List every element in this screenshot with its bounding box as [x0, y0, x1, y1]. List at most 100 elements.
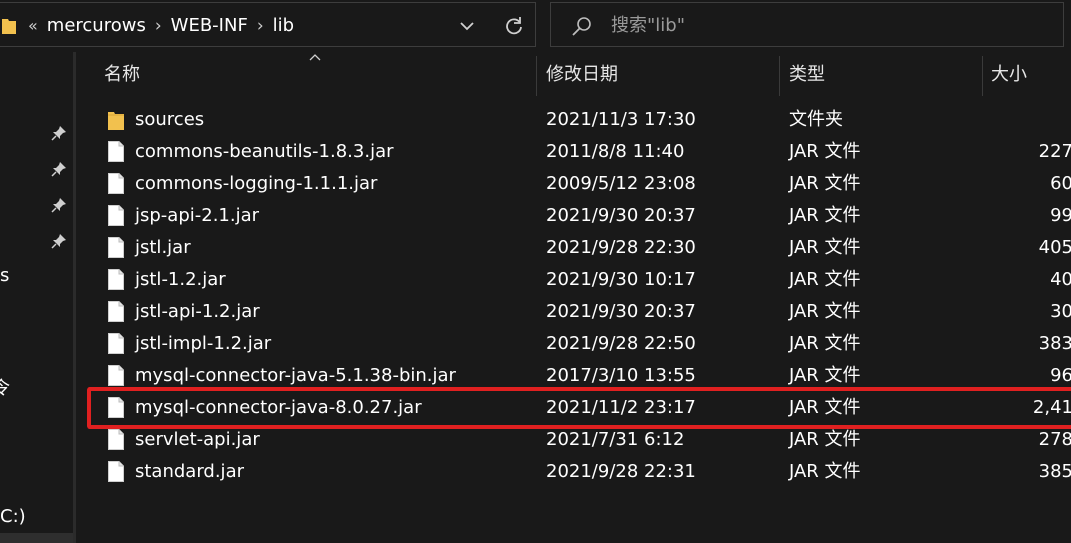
column-divider[interactable] [982, 56, 983, 96]
file-row[interactable]: servlet-api.jar 2021/7/31 6:12 JAR 文件 278 [76, 424, 1071, 456]
file-icon [108, 301, 124, 322]
file-row[interactable]: commons-beanutils-1.8.3.jar 2011/8/8 11:4… [76, 136, 1071, 168]
pin-icon[interactable] [51, 197, 67, 213]
file-date: 2011/8/8 11:40 [546, 141, 685, 162]
file-icon [108, 205, 124, 226]
file-type: JAR 文件 [789, 269, 861, 290]
file-row[interactable]: jsp-api-2.1.jar 2021/9/30 20:37 JAR 文件 99 [76, 200, 1071, 232]
chevron-right-icon[interactable]: › [257, 16, 264, 36]
file-date: 2021/9/28 22:50 [546, 333, 696, 354]
search-placeholder: 搜索"lib" [611, 15, 685, 36]
file-row[interactable]: standard.jar 2021/9/28 22:31 JAR 文件 385 [76, 456, 1071, 488]
file-size: 99 [1050, 205, 1071, 226]
file-icon [108, 237, 124, 258]
file-date: 2021/11/2 23:17 [546, 397, 696, 418]
file-row[interactable]: mysql-connector-java-8.0.27.jar 2021/11/2… [76, 392, 1071, 424]
file-name: jsp-api-2.1.jar [135, 205, 260, 226]
file-icon [108, 365, 124, 386]
file-type: JAR 文件 [789, 173, 861, 194]
file-icon [108, 429, 124, 450]
file-date: 2021/9/30 20:37 [546, 301, 696, 322]
file-date: 2009/5/12 23:08 [546, 173, 696, 194]
file-date: 2021/9/28 22:30 [546, 237, 696, 258]
search-icon [572, 17, 591, 36]
file-name: commons-logging-1.1.1.jar [135, 173, 378, 194]
file-date: 2021/9/30 10:17 [546, 269, 696, 290]
file-size: 2,41 [1032, 397, 1071, 418]
column-header-name[interactable]: 名称 [104, 52, 140, 98]
file-row[interactable]: commons-logging-1.1.1.jar 2009/5/12 23:08… [76, 168, 1071, 200]
file-size: 60 [1050, 173, 1071, 194]
file-date: 2017/3/10 13:55 [546, 365, 696, 386]
file-size: 278 [1038, 429, 1071, 450]
file-icon [108, 173, 124, 194]
file-date: 2021/9/30 20:37 [546, 205, 696, 226]
pin-icon[interactable] [51, 161, 67, 177]
file-size: 40 [1050, 269, 1071, 290]
breadcrumb-overflow[interactable]: « [28, 16, 38, 35]
file-type: JAR 文件 [789, 205, 861, 226]
file-date: 2021/11/3 17:30 [546, 109, 696, 130]
pin-icon[interactable] [51, 233, 67, 249]
file-type: JAR 文件 [789, 141, 861, 162]
file-name: standard.jar [135, 461, 244, 482]
column-header-row: 名称 修改日期 类型 大小 [76, 52, 1071, 98]
column-header-size[interactable]: 大小 [991, 52, 1027, 98]
nav-item-fragment[interactable]: 令 [0, 374, 10, 400]
file-size: 383 [1038, 333, 1071, 354]
column-header-date[interactable]: 修改日期 [546, 52, 618, 98]
file-icon [108, 397, 124, 418]
file-size: 227 [1038, 141, 1071, 162]
file-row[interactable]: jstl.jar 2021/9/28 22:30 JAR 文件 405 [76, 232, 1071, 264]
file-name: jstl-api-1.2.jar [135, 301, 260, 322]
breadcrumb-mercurows[interactable]: mercurows [47, 15, 146, 36]
chevron-right-icon[interactable]: › [155, 16, 162, 36]
address-bar[interactable]: « mercurows › WEB-INF › lib [0, 2, 536, 47]
file-icon [108, 141, 124, 162]
file-list: 名称 修改日期 类型 大小 sources 2021/11/3 17:30 文件夹 c… [76, 52, 1071, 543]
file-icon [108, 461, 124, 482]
file-type: JAR 文件 [789, 237, 861, 258]
pin-icon[interactable] [51, 125, 67, 141]
file-type: JAR 文件 [789, 333, 861, 354]
chevron-down-icon[interactable] [458, 17, 476, 35]
column-header-type[interactable]: 类型 [789, 52, 825, 98]
column-divider[interactable] [779, 56, 780, 96]
folder-icon [108, 112, 124, 130]
file-size: 30 [1050, 301, 1071, 322]
breadcrumb: « mercurows › WEB-INF › lib [28, 3, 294, 48]
nav-item-selected[interactable] [0, 533, 73, 543]
file-type: 文件夹 [789, 109, 843, 130]
file-row[interactable]: mysql-connector-java-5.1.38-bin.jar 2017/… [76, 360, 1071, 392]
toolbar: « mercurows › WEB-INF › lib 搜索"lib" [0, 0, 1071, 52]
file-row[interactable]: jstl-1.2.jar 2021/9/30 10:17 JAR 文件 40 [76, 264, 1071, 296]
file-size: 405 [1038, 237, 1071, 258]
search-box[interactable]: 搜索"lib" [550, 2, 1064, 47]
column-divider[interactable] [536, 56, 537, 96]
nav-item-drive-c[interactable]: C:) [0, 506, 26, 527]
file-type: JAR 文件 [789, 365, 861, 386]
file-row[interactable]: sources 2021/11/3 17:30 文件夹 [76, 104, 1071, 136]
file-name: commons-beanutils-1.8.3.jar [135, 141, 394, 162]
file-icon [108, 333, 124, 354]
file-size: 96 [1050, 365, 1071, 386]
file-date: 2021/9/28 22:31 [546, 461, 696, 482]
file-name: sources [135, 109, 205, 130]
breadcrumb-web-inf[interactable]: WEB-INF [171, 15, 248, 36]
file-row[interactable]: jstl-impl-1.2.jar 2021/9/28 22:50 JAR 文件 38… [76, 328, 1071, 360]
file-size: 385 [1038, 461, 1071, 482]
file-date: 2021/7/31 6:12 [546, 429, 685, 450]
file-type: JAR 文件 [789, 397, 861, 418]
refresh-icon[interactable] [504, 16, 524, 36]
nav-item-fragment[interactable]: s [0, 265, 9, 286]
file-icon [108, 269, 124, 290]
file-name: jstl-impl-1.2.jar [135, 333, 272, 354]
file-type: JAR 文件 [789, 429, 861, 450]
file-row[interactable]: jstl-api-1.2.jar 2021/9/30 20:37 JAR 文件 30 [76, 296, 1071, 328]
folder-icon [2, 19, 16, 34]
file-type: JAR 文件 [789, 301, 861, 322]
file-name: jstl-1.2.jar [135, 269, 226, 290]
file-name: mysql-connector-java-8.0.27.jar [135, 397, 422, 418]
breadcrumb-lib[interactable]: lib [273, 15, 294, 36]
file-name: jstl.jar [135, 237, 191, 258]
